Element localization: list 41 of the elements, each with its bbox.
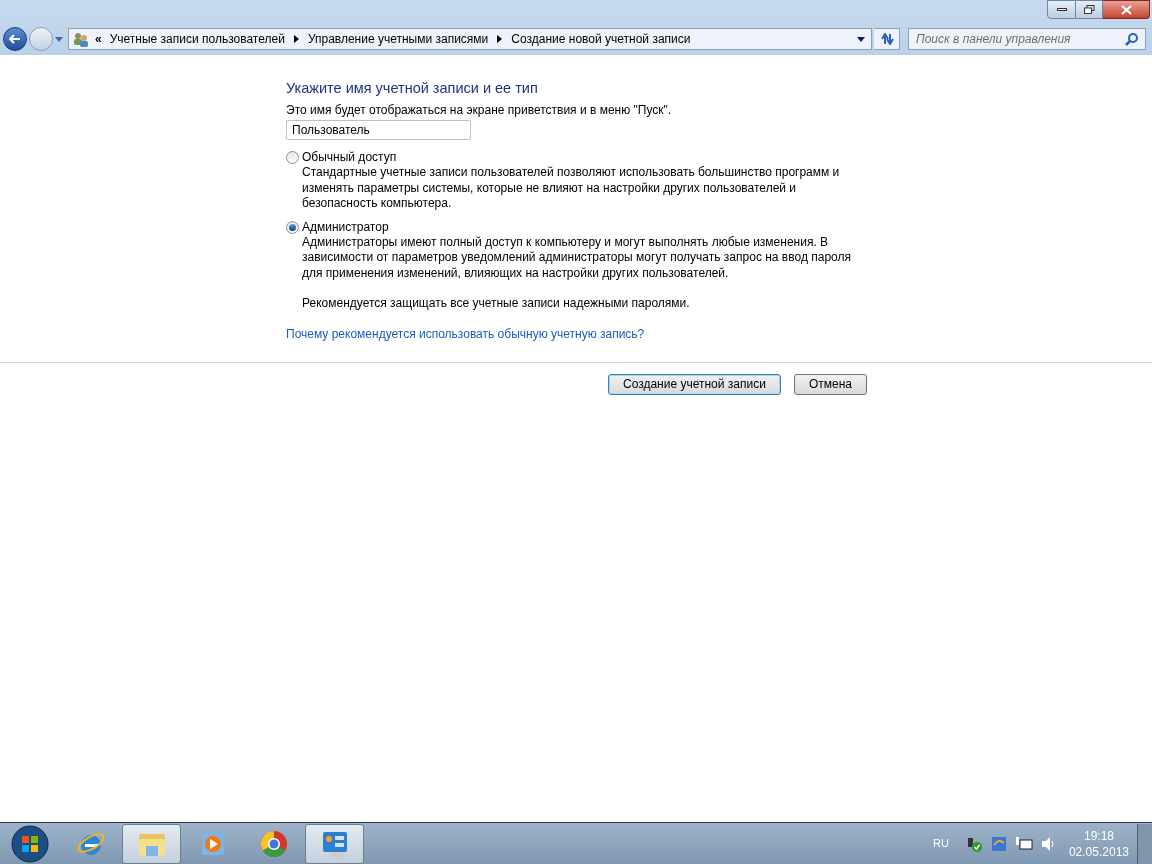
left-arrow-icon (9, 34, 21, 44)
option-label: Обычный доступ (302, 150, 397, 165)
browser-icon (258, 828, 289, 859)
search-field[interactable]: Поиск в панели управления (908, 28, 1146, 50)
page-title: Укажите имя учетной записи и ее тип (286, 79, 539, 98)
chevron-right-icon[interactable] (497, 35, 503, 43)
option-description: Рекомендуется защищать все учетные записи надежными паролями. (302, 296, 691, 312)
minimize-button[interactable] (1047, 0, 1076, 19)
network-icon[interactable] (1014, 835, 1033, 852)
taskbar-button[interactable] (305, 823, 364, 864)
speaker-icon[interactable] (1040, 835, 1057, 852)
address-bar[interactable]: « Учетные записи пользователей Управление учетными записями Создание новой учетной записи (68, 28, 872, 50)
overflow-chevron[interactable]: « (95, 30, 102, 48)
search-input[interactable]: Поиск в панели управления (916, 30, 1125, 48)
option-description: Администраторы имеют полный доступ к компьютеру и могут выполнять любые изменения. В зависимости от параметров уведомлений администраторы могут получать запрос на ввод пароля для применения изменений, влияющих на настройки других пользователей. (302, 234, 852, 281)
close-button[interactable] (1103, 0, 1150, 19)
taskbar-button[interactable] (122, 823, 181, 864)
help-link[interactable]: Почему рекомендуется использовать обычную учетную запись? (286, 326, 1152, 342)
show-desktop-button[interactable] (1137, 823, 1152, 864)
dropdown-icon[interactable] (857, 36, 865, 42)
option-description: Стандартные учетные записи пользователей позволяют использовать большинство программ и изменять параметры системы, которые не влияют на настройки других пользователей и безопасность компьютера. (302, 165, 841, 212)
breadcrumb[interactable]: Управление учетными записями (307, 30, 489, 48)
restore-icon (1083, 5, 1095, 14)
restore-button[interactable] (1076, 0, 1103, 19)
dialog-button[interactable]: Отмена (793, 373, 867, 395)
breadcrumb[interactable]: Учетные записи пользователей (109, 30, 285, 48)
refresh-button[interactable] (874, 28, 900, 50)
radio-button[interactable] (286, 220, 299, 234)
start-orb-icon (11, 824, 49, 863)
breadcrumb[interactable]: Создание новой учетной записи (511, 30, 691, 48)
search-icon (1125, 32, 1138, 46)
users-icon (73, 31, 89, 47)
refresh-icon (879, 33, 894, 45)
dialog-button[interactable]: Создание учетной записи (608, 373, 781, 395)
radio-button[interactable] (286, 151, 299, 164)
chevron-right-icon[interactable] (293, 35, 299, 43)
close-icon (1120, 4, 1132, 15)
option-label: Администратор (302, 219, 389, 235)
name-field[interactable]: Пользователь (286, 120, 471, 140)
back-button[interactable] (3, 27, 27, 51)
hint-text: Это имя будет отображаться на экране приветствия и в меню "Пуск". (286, 103, 673, 118)
